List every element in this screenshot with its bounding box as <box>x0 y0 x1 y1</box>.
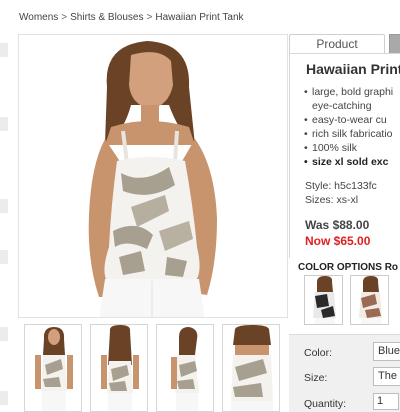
breadcrumb: Womens > Shirts & Blouses > Hawaiian Print T… <box>19 12 244 23</box>
feature-item: 100% silk <box>304 141 400 155</box>
was-price: Was $88.00 <box>305 218 370 232</box>
breadcrumb-womens[interactable]: Womens <box>19 12 58 23</box>
color-label: Color: <box>304 347 333 359</box>
color-select[interactable]: Blue <box>373 342 400 361</box>
thumbnail-detail[interactable] <box>222 324 280 412</box>
size-select[interactable]: The <box>373 367 400 386</box>
size-label: Size: <box>304 372 328 384</box>
color-options-suffix: Ro <box>384 262 399 273</box>
thumbnail-image <box>101 325 139 411</box>
feature-item: size xl sold exc <box>304 155 400 169</box>
tab-product[interactable]: Product <box>289 34 385 54</box>
model-photo <box>19 35 287 317</box>
swatch-image <box>313 276 336 324</box>
purchase-options-panel: Color: Blue Size: The Quantity: 1 <box>289 334 400 412</box>
quantity-label: Quantity: <box>304 398 347 410</box>
product-style: Style: h5c133fc <box>305 180 377 192</box>
thumbnail-back[interactable] <box>90 324 148 412</box>
now-price: Now $65.00 <box>305 234 371 248</box>
breadcrumb-current: Hawaiian Print Tank <box>155 12 244 23</box>
color-swatch-black-print[interactable] <box>304 275 343 325</box>
thumbnail-image <box>231 325 273 411</box>
color-options-heading: COLOR OPTIONS Ro <box>298 262 398 273</box>
product-sizes: Sizes: xs-xl <box>305 194 359 206</box>
thumbnail-image <box>35 327 73 411</box>
color-swatch-brown-print[interactable] <box>350 275 389 325</box>
swatch-image <box>359 276 382 324</box>
feature-item: easy-to-wear cu <box>304 113 400 127</box>
feature-list: large, bold graphieye-catching easy-to-w… <box>304 85 400 169</box>
feature-item: rich silk fabricatio <box>304 127 400 141</box>
quantity-input[interactable]: 1 <box>373 393 399 410</box>
breadcrumb-separator: > <box>146 12 153 23</box>
product-tabs: Product <box>289 34 400 54</box>
product-details-panel: Hawaiian Print large, bold graphieye-cat… <box>289 53 400 258</box>
left-edge-strip <box>0 0 10 412</box>
tab-next[interactable] <box>389 34 400 54</box>
breadcrumb-separator: > <box>61 12 68 23</box>
feature-item: large, bold graphieye-catching <box>304 85 400 113</box>
thumbnail-side[interactable] <box>156 324 214 412</box>
color-options-label: COLOR OPTIONS <box>298 262 382 273</box>
product-title: Hawaiian Print <box>306 61 400 77</box>
thumbnail-front[interactable] <box>24 324 82 412</box>
breadcrumb-shirts-blouses[interactable]: Shirts & Blouses <box>70 12 143 23</box>
main-product-image[interactable] <box>18 34 288 318</box>
thumbnail-image <box>171 327 199 411</box>
thumbnail-strip <box>18 322 288 412</box>
